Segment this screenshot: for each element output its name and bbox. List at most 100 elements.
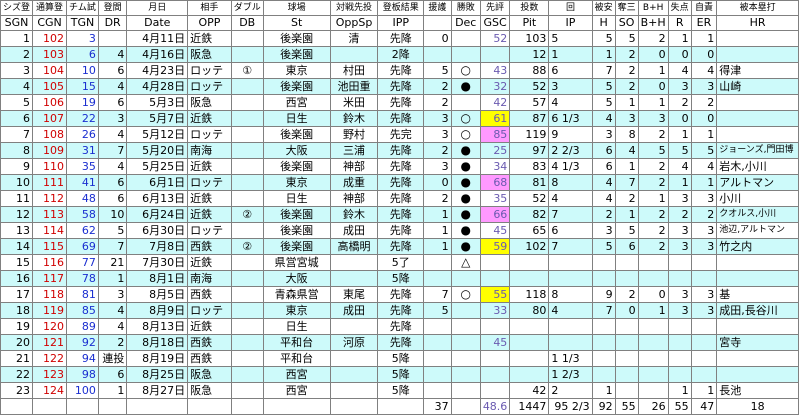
cell-oppsp: 村田 bbox=[329, 62, 379, 79]
cell-r: 2 bbox=[667, 94, 692, 111]
cell-run bbox=[423, 350, 452, 367]
cell-st: 後楽園 bbox=[262, 222, 331, 239]
cell-so bbox=[614, 254, 639, 271]
cell-db bbox=[230, 126, 264, 143]
cell-st: 後楽園 bbox=[262, 206, 331, 223]
header-jp-cell: 援護 bbox=[423, 0, 452, 16]
header-jp-cell: 登板結果 bbox=[377, 0, 425, 16]
cell-r: 1 bbox=[667, 126, 692, 143]
cell-r: 1 bbox=[667, 174, 692, 191]
header-jp-cell: シズ登 bbox=[0, 0, 34, 16]
cell-date: 8月19日 bbox=[126, 350, 189, 367]
cell-ip: 9 bbox=[548, 126, 593, 143]
cell-opp: 阪急 bbox=[187, 366, 232, 383]
cell-dec: ● bbox=[450, 174, 481, 191]
cell-hr bbox=[716, 110, 799, 127]
cell-tgn: 62 bbox=[66, 222, 99, 239]
cell-h: 3 bbox=[591, 222, 616, 239]
total-so: 55 bbox=[614, 398, 639, 415]
table-row: 1 102 3 4月11日 近鉄 後楽園清先降 0 52 103 5 5 5 2 1 1 bbox=[0, 30, 799, 47]
cell-st: 大阪 bbox=[262, 142, 331, 159]
cell-tgn: 94 bbox=[66, 350, 99, 367]
cell-db bbox=[230, 270, 264, 287]
cell-run: 3 bbox=[423, 158, 452, 175]
cell-r: 3 bbox=[667, 302, 692, 319]
cell-dec bbox=[450, 30, 481, 47]
cell-ipp: 5降 bbox=[377, 382, 425, 399]
cell-ip bbox=[548, 254, 593, 271]
cell-run: 2 bbox=[423, 78, 452, 95]
cell-gsc: 32 bbox=[479, 78, 511, 95]
cell-date: 5月20日 bbox=[126, 142, 189, 159]
cell-gsc bbox=[479, 366, 511, 383]
cell-oppsp bbox=[329, 382, 379, 399]
total-dec bbox=[450, 398, 481, 415]
cell-db bbox=[230, 366, 264, 383]
cell-bh: 3 bbox=[637, 110, 669, 127]
cell-cgn: 111 bbox=[32, 174, 68, 191]
cell-st: 東京 bbox=[262, 302, 331, 319]
cell-db bbox=[230, 78, 264, 95]
cell-ipp: 先完 bbox=[377, 126, 425, 143]
cell-sgn: 18 bbox=[0, 302, 34, 319]
cell-run: 1 bbox=[423, 238, 452, 255]
cell-sgn: 15 bbox=[0, 254, 34, 271]
cell-pit: 83 bbox=[509, 158, 550, 175]
cell-st: 日生 bbox=[262, 110, 331, 127]
cell-dr: 5 bbox=[97, 222, 128, 239]
cell-st: 平和台 bbox=[262, 350, 331, 367]
cell-gsc bbox=[479, 350, 511, 367]
cell-r: 1 bbox=[667, 382, 692, 399]
cell-dr: 4 bbox=[97, 126, 128, 143]
cell-dr: 10 bbox=[97, 206, 128, 223]
cell-sgn: 22 bbox=[0, 366, 34, 383]
header-en-cell: Dec bbox=[450, 15, 481, 31]
cell-opp: 阪急 bbox=[187, 94, 232, 111]
cell-r bbox=[667, 254, 692, 271]
cell-oppsp: 成田 bbox=[329, 222, 379, 239]
cell-pit bbox=[509, 270, 550, 287]
total-sgn bbox=[0, 398, 34, 415]
cell-cgn: 122 bbox=[32, 350, 68, 367]
cell-cgn: 107 bbox=[32, 110, 68, 127]
cell-gsc: 85 bbox=[479, 126, 511, 143]
cell-h: 1 bbox=[591, 46, 616, 63]
cell-opp: ロッテ bbox=[187, 174, 232, 191]
cell-dr: 4 bbox=[97, 78, 128, 95]
cell-date: 8月13日 bbox=[126, 318, 189, 335]
cell-ipp: 先降 bbox=[377, 30, 425, 47]
table-row: 16 117 78 1 8月1日 南海 大阪 5降 bbox=[0, 270, 799, 287]
cell-r bbox=[667, 270, 692, 287]
cell-cgn: 115 bbox=[32, 238, 68, 255]
cell-dec: ● bbox=[450, 158, 481, 175]
table-row: 19 120 89 4 8月13日 近鉄 日生 先降 bbox=[0, 318, 799, 335]
total-bh: 26 bbox=[637, 398, 669, 415]
table-row: 14 115 69 7 7月8日 西鉄 ② 後楽園 高橋明 先降 1 ● 59 102 7 5 6 2 3 3 竹之内 bbox=[0, 238, 799, 255]
cell-pit: 81 bbox=[509, 174, 550, 191]
cell-so: 2 bbox=[614, 286, 639, 303]
table-row: 22 123 98 6 8月25日 阪急 西宮 5降 1 2/3 bbox=[0, 366, 799, 383]
cell-bh bbox=[637, 350, 669, 367]
cell-gsc bbox=[479, 382, 511, 399]
cell-ipp: 先降 bbox=[377, 238, 425, 255]
cell-gsc: 33 bbox=[479, 302, 511, 319]
cell-tgn: 69 bbox=[66, 238, 99, 255]
cell-run bbox=[423, 318, 452, 335]
cell-ipp: 先降 bbox=[377, 94, 425, 111]
cell-dec: ● bbox=[450, 238, 481, 255]
cell-date: 8月27日 bbox=[126, 382, 189, 399]
cell-db bbox=[230, 318, 264, 335]
cell-so: 0 bbox=[614, 302, 639, 319]
cell-er: 3 bbox=[690, 190, 718, 207]
cell-cgn: 117 bbox=[32, 270, 68, 287]
cell-db bbox=[230, 30, 264, 47]
cell-run bbox=[423, 254, 452, 271]
cell-dr: 6 bbox=[97, 94, 128, 111]
cell-h: 5 bbox=[591, 94, 616, 111]
cell-date: 6月24日 bbox=[126, 206, 189, 223]
cell-so: 2 bbox=[614, 190, 639, 207]
cell-st: 後楽園 bbox=[262, 30, 331, 47]
cell-ip: 6 bbox=[548, 62, 593, 79]
cell-pit: 103 bbox=[509, 30, 550, 47]
cell-oppsp: 成重 bbox=[329, 174, 379, 191]
